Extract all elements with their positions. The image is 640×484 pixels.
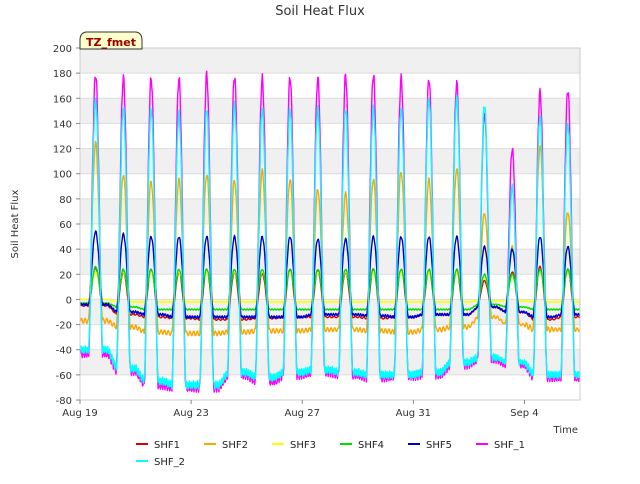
y-tick-label: -40	[56, 346, 72, 357]
badge-label: TZ_fmet	[86, 36, 136, 49]
plot-band	[80, 48, 580, 74]
y-tick-label: -80	[56, 396, 72, 407]
plot-band	[80, 148, 580, 174]
chart-title: Soil Heat Flux	[275, 4, 365, 19]
y-tick-label: 140	[53, 119, 72, 130]
y-tick-label: 100	[53, 170, 72, 181]
x-tick-label: Aug 31	[396, 408, 431, 419]
y-tick-label: 200	[53, 44, 72, 55]
x-tick-label: Aug 27	[285, 408, 320, 419]
x-axis-label: Time	[553, 425, 578, 436]
chart: Soil Heat Flux Soil Heat Flux Time -80 -6…	[0, 0, 640, 480]
x-tick-label: Aug 23	[173, 408, 208, 419]
y-axis-ticks: -80 -60 -40 -20 0 20 40 60 80 100 120 140 160 180 200	[53, 44, 80, 407]
y-tick-label: 40	[59, 245, 72, 256]
y-axis-label: Soil Heat Flux	[10, 189, 21, 258]
series-line-shf-2	[79, 94, 581, 390]
x-tick-label: Sep 4	[510, 408, 538, 419]
legend-label: SHF2	[222, 440, 248, 451]
legend-label: SHF3	[290, 440, 316, 451]
plot-band	[80, 98, 580, 124]
legend-label: SHF5	[426, 440, 452, 451]
y-tick-label: 80	[59, 195, 72, 206]
badge: TZ_fmet	[79, 31, 143, 50]
legend-label: SHF_1	[494, 440, 525, 451]
y-tick-label: -60	[56, 371, 72, 382]
y-tick-label: -20	[56, 321, 72, 332]
y-tick-label: 0	[66, 295, 72, 306]
x-tick-label: Aug 19	[62, 408, 97, 419]
y-tick-label: 60	[59, 220, 72, 231]
y-tick-label: 160	[53, 94, 72, 105]
y-tick-label: 180	[53, 69, 72, 80]
legend-label: SHF_2	[154, 457, 185, 468]
legend-label: SHF4	[358, 440, 384, 451]
chart-svg: Soil Heat Flux Soil Heat Flux Time -80 -6…	[10, 4, 581, 468]
legend: SHF1 SHF2 SHF3 SHF4 SHF5 SHF_1 SHF_2	[136, 440, 525, 468]
legend-label: SHF1	[154, 440, 180, 451]
x-axis-ticks: Aug 19 Aug 23 Aug 27 Aug 31 Sep 4	[62, 400, 539, 419]
y-tick-label: 20	[59, 270, 72, 281]
y-tick-label: 120	[53, 145, 72, 156]
